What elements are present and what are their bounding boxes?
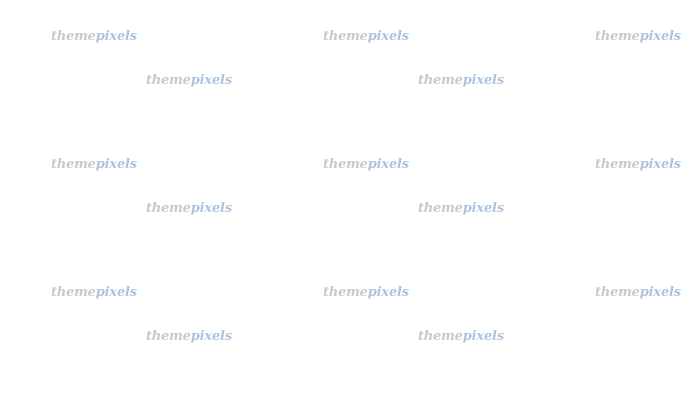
watermark-logo: themepixels [595,157,681,172]
watermark-pattern: themepixels themepixels themepixels them… [0,0,690,400]
watermark-logo: themepixels [418,201,504,216]
watermark-logo: themepixels [418,329,504,344]
watermark-logo: themepixels [323,29,409,44]
watermark-logo: themepixels [51,157,137,172]
watermark-logo: themepixels [51,29,137,44]
watermark-logo: themepixels [146,329,232,344]
watermark-logo: themepixels [146,73,232,88]
watermark-logo: themepixels [323,157,409,172]
watermark-logo: themepixels [595,29,681,44]
watermark-logo: themepixels [418,73,504,88]
watermark-logo: themepixels [51,285,137,300]
watermark-logo: themepixels [323,285,409,300]
watermark-logo: themepixels [146,201,232,216]
watermark-logo: themepixels [595,285,681,300]
